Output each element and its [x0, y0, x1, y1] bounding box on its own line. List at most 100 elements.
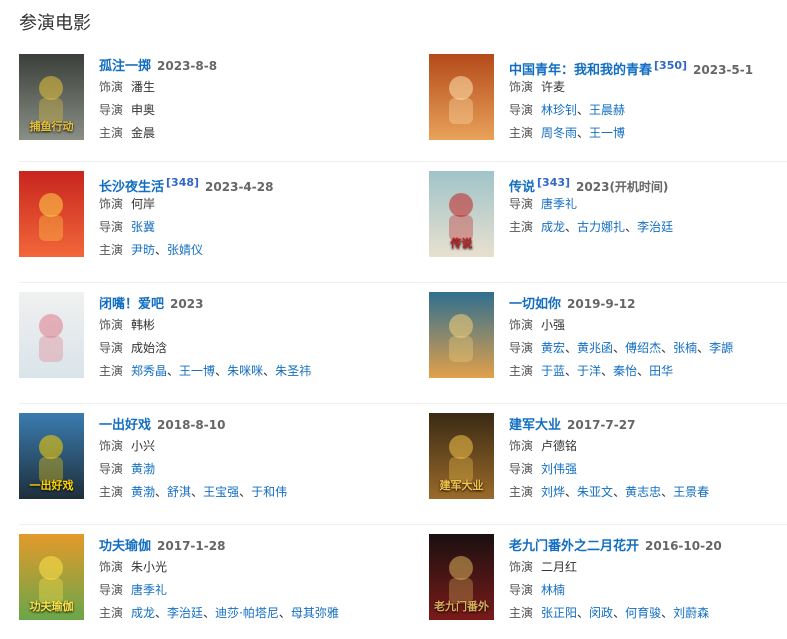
film-info: 中国青年：我和我的青春 [350] 2023-5-1 饰演 许麦 导演 林珍钊、王晨赫 主演周…: [509, 56, 787, 145]
film-title-link[interactable]: 闭嘴！爱吧: [99, 297, 164, 312]
role-label: 饰演: [99, 80, 124, 94]
film-poster[interactable]: 建军大业: [429, 413, 494, 499]
role-name: 潘生: [131, 80, 156, 94]
cast-name[interactable]: 朱圣祎: [275, 364, 311, 378]
director-name[interactable]: 唐季礼: [541, 197, 577, 211]
director-line: 导演 唐季礼: [99, 579, 399, 602]
film-title-link[interactable]: 功夫瑜伽: [99, 539, 151, 554]
cast-label: 主演: [99, 126, 124, 140]
film-poster[interactable]: 传说: [429, 171, 494, 257]
cast-name[interactable]: 闵政: [589, 606, 613, 620]
director-name[interactable]: 黄渤: [131, 462, 155, 476]
director-name[interactable]: 林楠: [541, 583, 565, 597]
director-name[interactable]: 张冀: [131, 220, 155, 234]
film-poster[interactable]: [19, 292, 84, 378]
cast-name[interactable]: 尹昉: [131, 243, 155, 257]
director-line: 导演 张冀: [99, 216, 399, 239]
cast-name[interactable]: 成龙: [131, 606, 155, 620]
cast-name[interactable]: 黄志忠: [625, 485, 661, 499]
film-poster[interactable]: 老九门番外: [429, 534, 494, 620]
cast-name[interactable]: 于蓝: [541, 364, 565, 378]
film-info: 一切如你 2019-9-12 饰演 小强 导演 黄宏、黄兆函、傅绍杰、张楠、李謜 主演 于蓝、…: [509, 294, 787, 383]
film-poster[interactable]: 一出好戏: [19, 413, 84, 499]
separator: 、: [613, 485, 626, 499]
cast-name[interactable]: 古力娜扎: [577, 220, 625, 234]
cast-name[interactable]: 何育骏: [625, 606, 661, 620]
cast-name[interactable]: 秦怡: [613, 364, 637, 378]
director-name[interactable]: 李謜: [709, 341, 733, 355]
director-label: 导演: [99, 220, 124, 234]
reference-link[interactable]: [348]: [166, 176, 199, 189]
cast-name[interactable]: 王宝强: [203, 485, 239, 499]
separator: 、: [278, 606, 291, 620]
role-label: 饰演: [99, 439, 124, 453]
director-name[interactable]: 王晨赫: [589, 103, 625, 117]
release-date: 2023: [170, 297, 204, 311]
poster-title-art: 捕鱼行动: [29, 120, 74, 133]
director-label: 导演: [509, 341, 534, 355]
release-date: 2019-9-12: [567, 297, 636, 311]
film-poster[interactable]: 功夫瑜伽: [19, 534, 84, 620]
director-name[interactable]: 张楠: [673, 341, 697, 355]
cast-name[interactable]: 王一博: [589, 126, 625, 140]
film-poster[interactable]: [19, 171, 84, 257]
director-name[interactable]: 刘伟强: [541, 462, 577, 476]
director-name[interactable]: 唐季礼: [131, 583, 167, 597]
separator: 、: [191, 485, 204, 499]
film-info: 长沙夜生活 [348] 2023-4-28 饰演 何岸 导演 张冀 主演 尹昉、张婧仪: [99, 173, 399, 262]
cast-name[interactable]: 舒淇: [167, 485, 191, 499]
role-line: 饰演 二月红: [509, 556, 787, 579]
cast-name[interactable]: 张婧仪: [167, 243, 203, 257]
cast-name[interactable]: 迪莎·帕塔尼: [215, 606, 279, 620]
cast-name[interactable]: 李治廷: [637, 220, 673, 234]
cast-name[interactable]: 刘蔚森: [673, 606, 709, 620]
role-line: 饰演 朱小光: [99, 556, 399, 579]
director-name[interactable]: 傅绍杰: [625, 341, 661, 355]
cast-name[interactable]: 王景春: [673, 485, 709, 499]
role-name: 小兴: [131, 439, 156, 453]
film-info: 闭嘴！爱吧 2023 饰演 韩彬 导演 成始浛 主演 郑秀晶、王一博、朱咪咪、朱圣祎: [99, 294, 399, 383]
role-line: 饰演 潘生: [99, 76, 399, 99]
cast-name[interactable]: 成龙: [541, 220, 565, 234]
cast-name[interactable]: 周冬雨: [541, 126, 577, 140]
cast-name[interactable]: 黄渤: [131, 485, 155, 499]
cast-name[interactable]: 李治廷: [167, 606, 203, 620]
film-title-link[interactable]: 老九门番外之二月花开: [509, 539, 639, 554]
director-name[interactable]: 黄宏: [541, 341, 565, 355]
cast-name[interactable]: 王一博: [179, 364, 215, 378]
cast-name[interactable]: 刘烨: [541, 485, 565, 499]
director-name[interactable]: 黄兆函: [577, 341, 613, 355]
role-label: 饰演: [99, 318, 124, 332]
film-poster[interactable]: 捕鱼行动: [19, 54, 84, 140]
release-date: 2023-4-28: [205, 180, 274, 194]
film-title-link[interactable]: 一出好戏: [99, 418, 151, 433]
film-title-link[interactable]: 一切如你: [509, 297, 561, 312]
role-line: 饰演 许麦: [509, 76, 787, 99]
release-date: 2017-1-28: [157, 539, 226, 553]
film-title-link[interactable]: 孤注一掷: [99, 59, 151, 74]
separator: 、: [155, 606, 168, 620]
cast-name[interactable]: 田华: [649, 364, 673, 378]
cast-name[interactable]: 于和伟: [251, 485, 287, 499]
cast-name[interactable]: 郑秀晶: [131, 364, 167, 378]
film-info: 建军大业 2017-7-27 饰演 卢德铭 导演 刘伟强 主演 刘烨、朱亚文、黄志忠、王景春: [509, 415, 787, 504]
cast-name[interactable]: 朱亚文: [577, 485, 613, 499]
director-line: 导演 成始浛: [99, 337, 399, 360]
role-line: 饰演 何岸: [99, 193, 399, 216]
cast-label: 主演: [99, 606, 124, 620]
film-title-link[interactable]: 建军大业: [509, 418, 561, 433]
film-card: 功夫瑜伽 功夫瑜伽 2017-1-28 饰演 朱小光 导演 唐季礼 主演 成龙、李治廷、迪莎·帕…: [19, 534, 403, 634]
separator: 、: [601, 364, 614, 378]
cast-name[interactable]: 张正阳: [541, 606, 577, 620]
reference-link[interactable]: [350]: [654, 59, 687, 72]
film-poster[interactable]: [429, 292, 494, 378]
reference-link[interactable]: [343]: [537, 176, 570, 189]
release-date: 2023(开机时间): [576, 180, 669, 194]
separator: 、: [661, 341, 674, 355]
cast-name[interactable]: 母其弥雅: [291, 606, 339, 620]
director-name[interactable]: 林珍钊: [541, 103, 577, 117]
director-label: 导演: [509, 103, 534, 117]
cast-name[interactable]: 于洋: [577, 364, 601, 378]
film-poster[interactable]: [429, 54, 494, 140]
cast-name[interactable]: 朱咪咪: [227, 364, 263, 378]
